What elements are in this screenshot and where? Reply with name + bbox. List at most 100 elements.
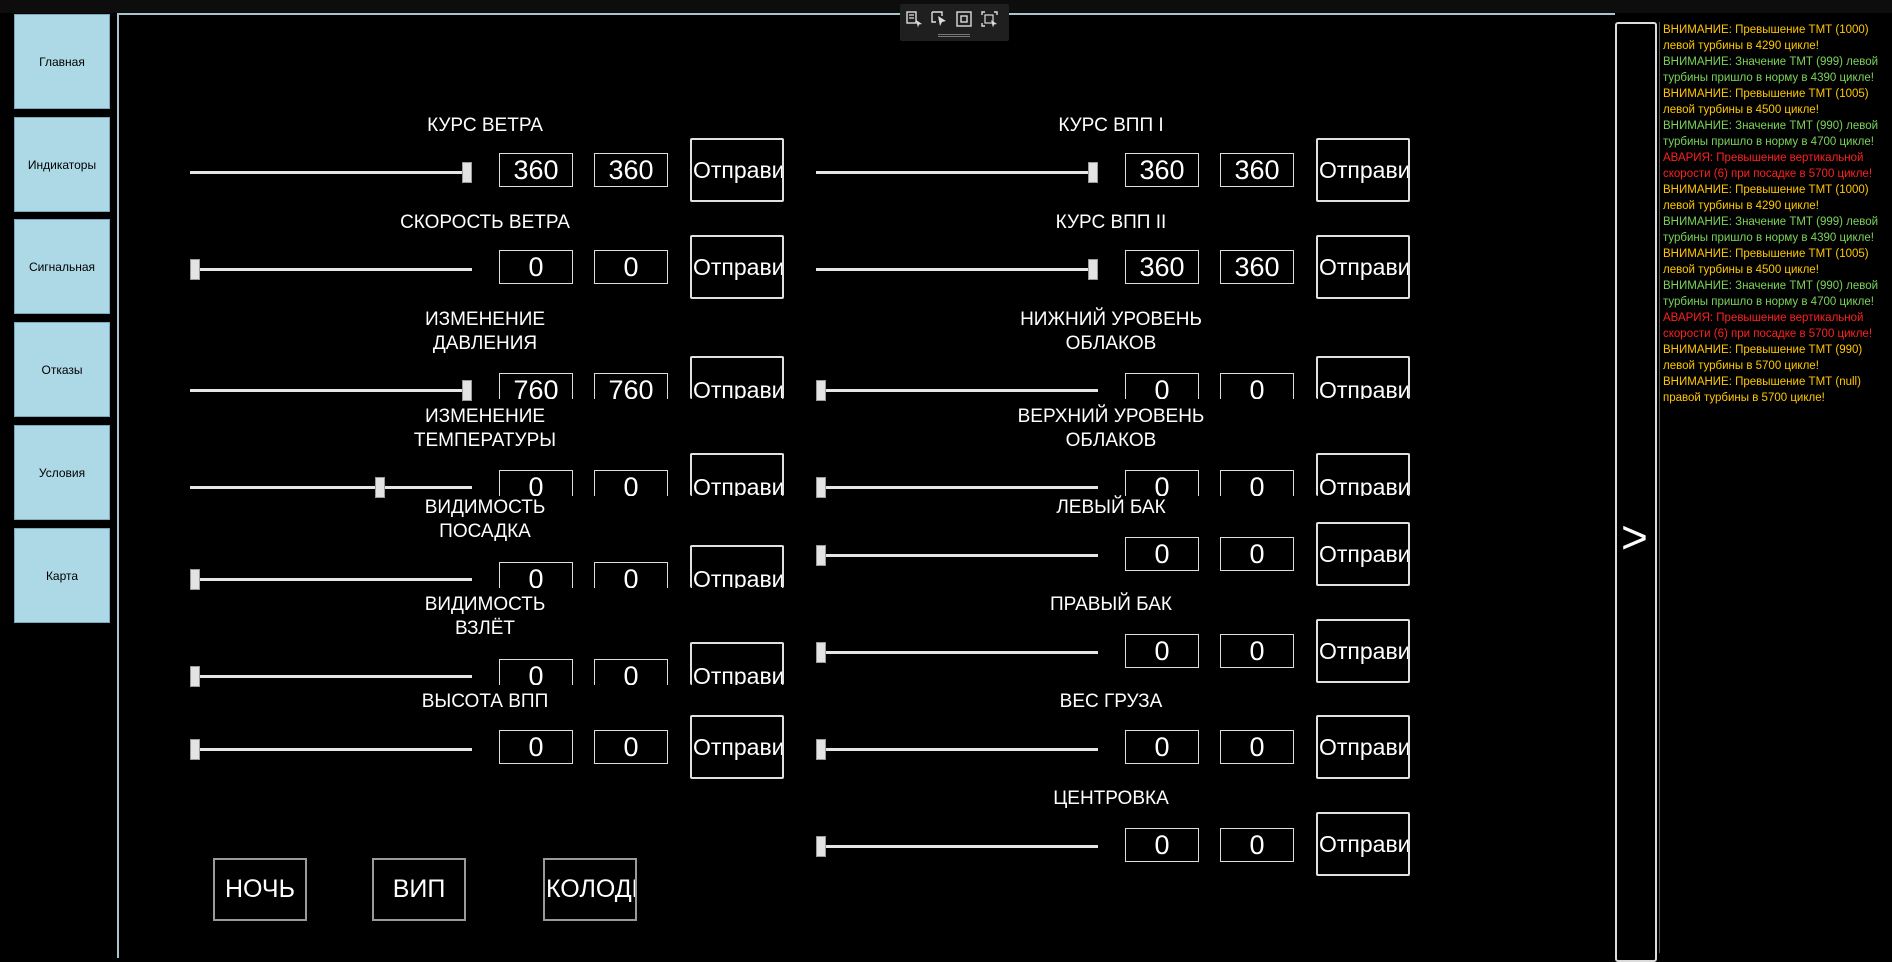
nav-indicators-button[interactable]: Индикаторы [14, 117, 110, 212]
visibility-takeoff-send-button[interactable]: Отправить [690, 642, 784, 685]
pressure-change-value[interactable]: 760 [499, 373, 573, 399]
log-entry: ВНИМАНИЕ: Значение ТМТ (990) левой турби… [1663, 280, 1879, 308]
runway-course-1-value-current: 360 [1220, 153, 1294, 187]
temperature-change-send-button[interactable]: Отправить [690, 453, 784, 496]
log-collapse-button[interactable]: > [1615, 22, 1657, 962]
track-focused-element-icon[interactable] [980, 10, 999, 28]
runway-course-2-send-button[interactable]: Отправить [1316, 235, 1410, 299]
left-tank-send-button[interactable]: Отправить [1316, 522, 1410, 586]
visibility-landing-slider[interactable] [190, 578, 472, 581]
pressure-change-slider[interactable] [190, 389, 472, 392]
log-entry: ВНИМАНИЕ: Превышение ТМТ (990) левой тур… [1663, 344, 1863, 372]
pressure-change-slider-thumb[interactable] [462, 380, 472, 401]
balance-value[interactable]: 0 [1125, 828, 1199, 862]
wind-course-label: КУРС ВЕТРА [427, 115, 543, 136]
log-entry: ВНИМАНИЕ: Превышение ТМТ (1005) левой ту… [1663, 248, 1869, 276]
balance-value-current: 0 [1220, 828, 1294, 862]
toolbar-grip[interactable] [938, 34, 970, 37]
cargo-weight-label: ВЕС ГРУЗА [1059, 691, 1163, 712]
right-tank-value-current: 0 [1220, 634, 1294, 668]
cloud-upper-level-slider-thumb[interactable] [816, 477, 826, 498]
live-tree-icon[interactable] [905, 10, 924, 28]
nav-map-button[interactable]: Карта [14, 528, 110, 623]
cargo-weight-slider-thumb[interactable] [816, 739, 826, 760]
cargo-weight-slider[interactable] [816, 748, 1098, 751]
wind-speed-slider-thumb[interactable] [190, 259, 200, 280]
left-tank-value[interactable]: 0 [1125, 537, 1199, 571]
display-layout-adorners-icon[interactable] [955, 10, 974, 28]
visibility-takeoff-value[interactable]: 0 [499, 659, 573, 685]
runway-course-2-slider-thumb[interactable] [1088, 259, 1098, 280]
temperature-change-slider-thumb[interactable] [374, 477, 385, 498]
right-tank-label: ПРАВЫЙ БАК [1050, 594, 1172, 615]
wind-course-slider[interactable] [190, 171, 472, 174]
cargo-weight-send-button[interactable]: Отправить [1316, 715, 1410, 779]
cloud-lower-level-send-button[interactable]: Отправить [1316, 356, 1410, 399]
visibility-takeoff-slider-thumb[interactable] [190, 666, 200, 687]
wind-course-send-button[interactable]: Отправить [690, 138, 784, 202]
runway-course-1-send-button[interactable]: Отправить [1316, 138, 1410, 202]
wind-speed-label: СКОРОСТЬ ВЕТРА [400, 212, 570, 233]
cloud-upper-level-value-current: 0 [1220, 470, 1294, 496]
cloud-lower-level-value-current: 0 [1220, 373, 1294, 399]
cloud-lower-level-slider-thumb[interactable] [816, 380, 826, 401]
right-tank-slider[interactable] [816, 651, 1098, 654]
cargo-weight-value[interactable]: 0 [1125, 730, 1199, 764]
cloud-lower-level-label: НИЖНИЙ УРОВЕНЬ ОБЛАКОВ [1020, 309, 1202, 354]
nav-conditions-button[interactable]: Условия [14, 425, 110, 520]
wind-course-slider-thumb[interactable] [462, 162, 472, 183]
left-tank-slider-thumb[interactable] [816, 545, 826, 566]
visibility-landing-value-current: 0 [594, 562, 668, 588]
wind-speed-send-button[interactable]: Отправить [690, 235, 784, 299]
cloud-upper-level-value[interactable]: 0 [1125, 470, 1199, 496]
left-tank-slider[interactable] [816, 554, 1098, 557]
runway-course-1-value[interactable]: 360 [1125, 153, 1199, 187]
log-entry: АВАРИЯ: Превышение вертикальной скорости… [1663, 312, 1873, 340]
log-entry: ВНИМАНИЕ: Значение ТМТ (990) левой турби… [1663, 120, 1879, 148]
runway-altitude-slider-thumb[interactable] [190, 739, 200, 760]
nav-failures-button[interactable]: Отказы [14, 322, 110, 417]
runway-course-2-value[interactable]: 360 [1125, 250, 1199, 284]
balance-slider[interactable] [816, 845, 1098, 848]
runway-course-1-slider-thumb[interactable] [1088, 162, 1098, 183]
balance-slider-thumb[interactable] [816, 836, 826, 857]
cloud-upper-level-slider[interactable] [816, 486, 1098, 489]
select-element-icon[interactable] [930, 10, 949, 28]
wind-course-value[interactable]: 360 [499, 153, 573, 187]
temperature-change-value[interactable]: 0 [499, 470, 573, 496]
wheel-chocks-button[interactable]: КОЛОДКИ [543, 858, 637, 921]
visibility-landing-value[interactable]: 0 [499, 562, 573, 588]
pressure-change-label: ИЗМЕНЕНИЕ ДАВЛЕНИЯ [424, 309, 546, 354]
balance-label: ЦЕНТРОВКА [1053, 788, 1169, 809]
visibility-takeoff-slider[interactable] [190, 675, 472, 678]
visibility-landing-send-button[interactable]: Отправить [690, 545, 784, 588]
log-entry: ВНИМАНИЕ: Значение ТМТ (999) левой турби… [1663, 216, 1879, 244]
vip-button[interactable]: ВИП [372, 858, 466, 921]
log-entry: АВАРИЯ: Превышение вертикальной скорости… [1663, 152, 1873, 180]
nav-main-button[interactable]: Главная [14, 14, 110, 109]
wind-speed-value[interactable]: 0 [499, 250, 573, 284]
cloud-lower-level-value[interactable]: 0 [1125, 373, 1199, 399]
visibility-landing-slider-thumb[interactable] [190, 569, 200, 590]
runway-course-2-slider[interactable] [816, 268, 1098, 271]
temperature-change-label: ИЗМЕНЕНИЕ ТЕМПЕРАТУРЫ [413, 406, 557, 451]
nav-signal-button[interactable]: Сигнальная [14, 219, 110, 314]
wind-speed-slider[interactable] [190, 268, 472, 271]
night-button[interactable]: НОЧЬ [213, 858, 307, 921]
runway-altitude-slider[interactable] [190, 748, 472, 751]
right-tank-send-button[interactable]: Отправить [1316, 619, 1410, 683]
temperature-change-slider[interactable] [190, 486, 472, 489]
event-log[interactable]: ВНИМАНИЕ: Превышение ТМТ (1000) левой ту… [1659, 22, 1892, 953]
runway-course-1-label: КУРС ВПП I [1058, 115, 1164, 136]
cloud-upper-level-send-button[interactable]: Отправить [1316, 453, 1410, 496]
right-tank-value[interactable]: 0 [1125, 634, 1199, 668]
runway-altitude-send-button[interactable]: Отправить [690, 715, 784, 779]
runway-course-2-value-current: 360 [1220, 250, 1294, 284]
log-entry: ВНИМАНИЕ: Превышение ТМТ (1000) левой ту… [1663, 24, 1869, 52]
runway-altitude-value[interactable]: 0 [499, 730, 573, 764]
cloud-lower-level-slider[interactable] [816, 389, 1098, 392]
pressure-change-send-button[interactable]: Отправить [690, 356, 784, 399]
runway-course-1-slider[interactable] [816, 171, 1098, 174]
right-tank-slider-thumb[interactable] [816, 642, 826, 663]
balance-send-button[interactable]: Отправить [1316, 812, 1410, 876]
